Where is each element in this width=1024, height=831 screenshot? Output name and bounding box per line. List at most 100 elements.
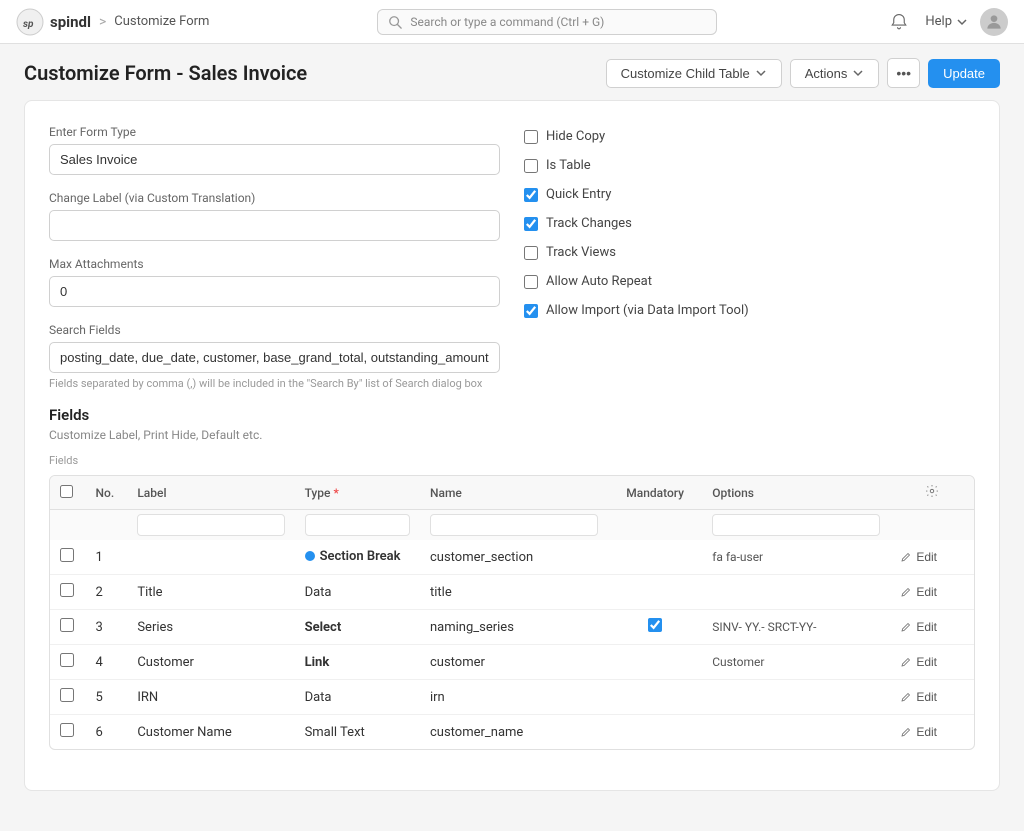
help-button[interactable]: Help [925, 14, 968, 29]
breadcrumb-link[interactable]: Customize Form [114, 14, 209, 29]
checkbox-allow_auto_repeat[interactable] [524, 275, 538, 289]
edit-button[interactable]: Edit [900, 655, 937, 669]
form-card: Enter Form Type Change Label (via Custom… [24, 100, 1000, 791]
col-name: Name [420, 476, 608, 510]
topnav-left: sp spindl > Customize Form [16, 8, 209, 36]
enter-form-type-group: Enter Form Type [49, 125, 500, 175]
row-label: Title [127, 575, 294, 610]
row-mandatory [608, 575, 702, 610]
filter-type[interactable] [305, 514, 410, 536]
row-options: fa fa-user [702, 540, 890, 575]
update-button[interactable]: Update [928, 59, 1000, 88]
table-row: 2TitleDatatitleEdit [50, 575, 974, 610]
checkbox-label-allow_auto_repeat: Allow Auto Repeat [546, 274, 652, 289]
mandatory-checkbox[interactable] [648, 618, 662, 632]
actions-button[interactable]: Actions [790, 59, 880, 88]
row-name: customer_name [420, 715, 608, 750]
col-mandatory: Mandatory [608, 476, 702, 510]
select-all-checkbox[interactable] [60, 485, 73, 498]
logo-icon: sp [16, 8, 44, 36]
row-edit-cell: Edit [890, 575, 974, 610]
max-attachments-input[interactable] [49, 276, 500, 307]
search-icon [388, 15, 402, 29]
pencil-icon [900, 656, 912, 668]
checkbox-is_table[interactable] [524, 159, 538, 173]
checkbox-track_views[interactable] [524, 246, 538, 260]
checkbox-label-track_views: Track Views [546, 245, 616, 260]
max-attachments-group: Max Attachments [49, 257, 500, 307]
search-bar-container[interactable]: Search or type a command (Ctrl + G) [377, 9, 717, 35]
row-options: Customer [702, 645, 890, 680]
checkbox-quick_entry[interactable] [524, 188, 538, 202]
row-name: irn [420, 680, 608, 715]
row-edit-cell: Edit [890, 680, 974, 715]
row-checkbox[interactable] [60, 723, 74, 737]
checkbox-group: Hide CopyIs TableQuick EntryTrack Change… [524, 125, 975, 318]
search-fields-label: Search Fields [49, 323, 500, 337]
filter-options[interactable] [712, 514, 880, 536]
bell-icon[interactable] [885, 8, 913, 36]
checkbox-hide_copy[interactable] [524, 130, 538, 144]
row-no: 4 [86, 645, 128, 680]
svg-text:sp: sp [23, 19, 34, 30]
checkbox-label-track_changes: Track Changes [546, 216, 632, 231]
row-edit-cell: Edit [890, 610, 974, 645]
edit-button[interactable]: Edit [900, 550, 937, 564]
row-name: customer [420, 645, 608, 680]
checkbox-track_changes[interactable] [524, 217, 538, 231]
change-label-label: Change Label (via Custom Translation) [49, 191, 500, 205]
enter-form-type-input[interactable] [49, 144, 500, 175]
checkbox-item-is_table: Is Table [524, 158, 975, 173]
edit-button[interactable]: Edit [900, 620, 937, 634]
row-mandatory [608, 645, 702, 680]
filter-name[interactable] [430, 514, 598, 536]
max-attachments-label: Max Attachments [49, 257, 500, 271]
avatar[interactable] [980, 8, 1008, 36]
search-fields-input[interactable] [49, 342, 500, 373]
row-no: 2 [86, 575, 128, 610]
row-label: Customer [127, 645, 294, 680]
table-row: 5IRNDatairnEdit [50, 680, 974, 715]
row-mandatory [608, 610, 702, 645]
page-title: Customize Form - Sales Invoice [24, 61, 307, 85]
page-header: Customize Form - Sales Invoice Customize… [0, 44, 1024, 100]
row-checkbox[interactable] [60, 653, 74, 667]
row-name: naming_series [420, 610, 608, 645]
logo[interactable]: sp spindl [16, 8, 91, 36]
row-edit-cell: Edit [890, 645, 974, 680]
row-checkbox[interactable] [60, 618, 74, 632]
breadcrumb-separator: > [99, 14, 106, 30]
row-no: 6 [86, 715, 128, 750]
filter-label[interactable] [137, 514, 284, 536]
checkbox-label-is_table: Is Table [546, 158, 591, 173]
fields-label: Fields [49, 454, 975, 467]
col-options: Options [702, 476, 890, 510]
row-checkbox[interactable] [60, 688, 74, 702]
edit-button[interactable]: Edit [900, 725, 937, 739]
edit-button[interactable]: Edit [900, 690, 937, 704]
row-checkbox[interactable] [60, 583, 74, 597]
edit-button[interactable]: Edit [900, 585, 937, 599]
row-no: 3 [86, 610, 128, 645]
row-type: Small Text [295, 715, 420, 750]
fields-section: Fields Customize Label, Print Hide, Defa… [49, 406, 975, 750]
col-gear [890, 476, 974, 510]
search-fields-group: Search Fields Fields separated by comma … [49, 323, 500, 390]
fields-section-title: Fields [49, 406, 975, 424]
row-mandatory [608, 680, 702, 715]
table-row: 6Customer NameSmall Textcustomer_nameEdi… [50, 715, 974, 750]
change-label-input[interactable] [49, 210, 500, 241]
row-mandatory [608, 540, 702, 575]
checkbox-item-track_views: Track Views [524, 245, 975, 260]
customize-child-table-button[interactable]: Customize Child Table [606, 59, 782, 88]
checkbox-allow_import[interactable] [524, 304, 538, 318]
more-options-button[interactable]: ••• [887, 58, 920, 88]
row-edit-cell: Edit [890, 715, 974, 750]
form-right: Hide CopyIs TableQuick EntryTrack Change… [524, 125, 975, 406]
checkbox-item-allow_import: Allow Import (via Data Import Tool) [524, 303, 975, 318]
page-actions: Customize Child Table Actions ••• Update [606, 58, 1000, 88]
topnav-right: Help [885, 8, 1008, 36]
row-options: SINV- YY.- SRCT-YY- [702, 610, 890, 645]
search-bar[interactable]: Search or type a command (Ctrl + G) [377, 9, 717, 35]
row-checkbox[interactable] [60, 548, 74, 562]
